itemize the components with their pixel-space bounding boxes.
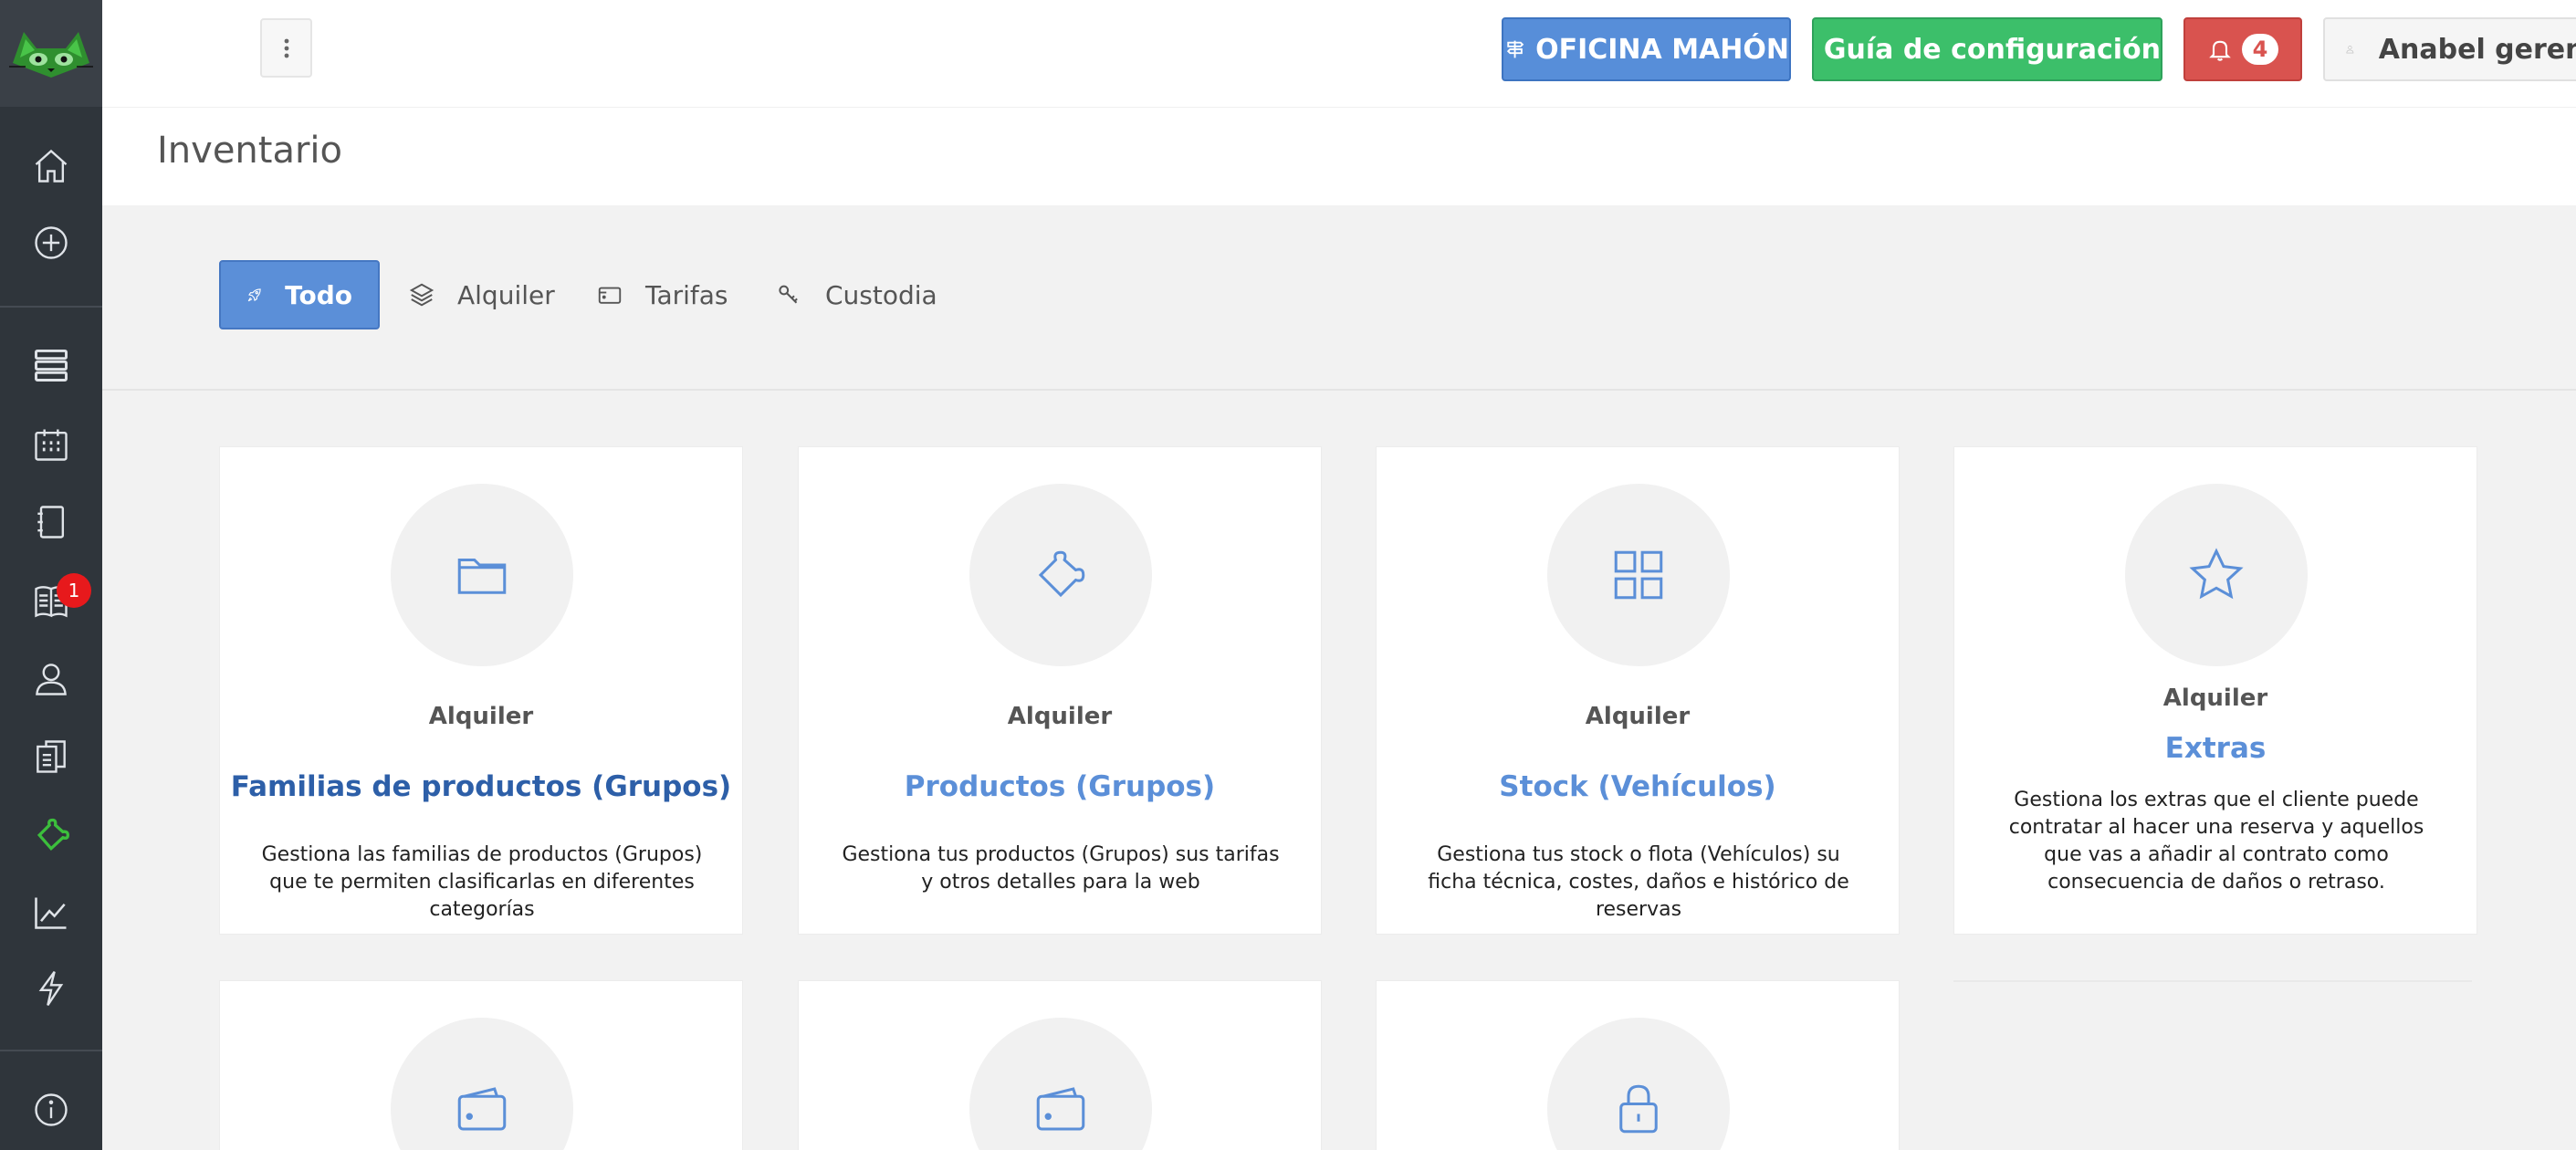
card-product-families[interactable]: Alquiler Familias de productos (Grupos) …: [219, 446, 743, 935]
card-category: Alquiler: [2162, 685, 2268, 712]
card-icon-circle: [2125, 484, 2308, 666]
info-icon: [35, 1093, 68, 1126]
cat-logo-icon: [9, 31, 93, 78]
card-category: Alquiler: [428, 703, 534, 730]
card-title-link[interactable]: Extras: [1954, 732, 2477, 765]
card-description: Gestiona tus stock o flota (Vehículos) s…: [1428, 843, 1849, 921]
tab-tarifas[interactable]: Tarifas: [596, 260, 728, 329]
sidebar-item-inventory[interactable]: [0, 800, 102, 870]
card-description: Gestiona tus productos (Grupos) sus tari…: [842, 843, 1280, 894]
gear-icon: [1814, 48, 1815, 50]
home-icon: [35, 149, 68, 183]
sidebar-item-new[interactable]: [0, 208, 102, 277]
card-icon-circle: [391, 1018, 573, 1150]
wallet-icon: [1036, 1087, 1085, 1131]
tab-alquiler[interactable]: Alquiler: [408, 260, 555, 329]
office-selector-button[interactable]: OFICINA MAHÓN: [1502, 17, 1791, 81]
card-custody[interactable]: [1376, 980, 1900, 1150]
user-name: Anabel gerencia: [2378, 33, 2576, 66]
card-icon-circle: [1547, 484, 1730, 666]
card-rates-1[interactable]: [219, 980, 743, 1150]
page-title-bar: Inventario: [102, 107, 2576, 205]
key-icon: [779, 285, 798, 304]
sidebar-item-info[interactable]: [0, 1075, 102, 1145]
inventory-icon: [37, 818, 69, 852]
sidebar-item-notebook[interactable]: [0, 487, 102, 557]
user-avatar-icon: [2346, 46, 2354, 54]
ledger-badge: 1: [57, 573, 91, 608]
tab-alquiler-label: Alquiler: [457, 279, 555, 310]
office-label: OFICINA MAHÓN: [1535, 33, 1789, 66]
card-extras[interactable]: Alquiler Extras Gestiona los extras que …: [1953, 446, 2477, 935]
documents-icon: [37, 740, 66, 773]
bell-icon: [2209, 40, 2231, 61]
sidebar-item-automations[interactable]: [0, 954, 102, 1023]
sidebar-item-servers[interactable]: [0, 330, 102, 400]
setup-guide-label: Guía de configuración: [1823, 33, 2161, 66]
more-options-button[interactable]: [260, 18, 312, 78]
star-icon: [2189, 548, 2244, 600]
calendar-icon: [35, 429, 68, 461]
card-icon-circle: [969, 484, 1152, 666]
vertical-dots-icon: [284, 38, 288, 58]
card-title-link[interactable]: Familias de productos (Grupos): [220, 770, 742, 803]
user-menu-button[interactable]: Anabel gerencia: [2323, 17, 2576, 81]
card-category: Alquiler: [1007, 703, 1113, 730]
card-title-link[interactable]: Productos (Grupos): [799, 770, 1321, 803]
sidebar-item-calendar[interactable]: [0, 410, 102, 479]
empty-card-placeholder: [1953, 980, 2472, 982]
server-icon: [35, 349, 68, 382]
top-header: OFICINA MAHÓN Guía de configuración 4 An…: [102, 0, 2576, 107]
grid-icon: [1614, 550, 1663, 600]
card-icon-circle: [1547, 1018, 1730, 1150]
folder-icon: [457, 558, 507, 594]
wallet-icon: [457, 1087, 507, 1131]
sidebar-item-documents[interactable]: [0, 722, 102, 791]
sidebar: 1: [0, 0, 102, 1150]
add-circle-icon: [35, 226, 68, 259]
notifications-count-badge: 4: [2242, 34, 2278, 65]
notebook-icon: [37, 506, 65, 538]
tab-todo-label: Todo: [285, 279, 352, 310]
tab-todo[interactable]: Todo: [219, 260, 380, 329]
card-stock[interactable]: Alquiler Stock (Vehículos) Gestiona tus …: [1376, 446, 1900, 935]
card-description: Gestiona las familias de productos (Grup…: [261, 843, 703, 921]
sidebar-item-statistics[interactable]: [0, 878, 102, 947]
tab-tarifas-label: Tarifas: [645, 279, 728, 310]
lightning-icon: [38, 970, 64, 1006]
app-logo[interactable]: [0, 0, 102, 107]
sidebar-item-customers[interactable]: [0, 644, 102, 714]
filter-tabs: Todo Alquiler Tarifas Custodia: [102, 205, 2576, 391]
rocket-icon: [247, 288, 261, 302]
stats-chart-icon: [35, 897, 67, 929]
sidebar-item-ledger[interactable]: 1: [0, 566, 102, 635]
card-icon-circle: [391, 484, 573, 666]
customers-icon: [36, 664, 67, 695]
lock-icon: [1619, 1084, 1658, 1134]
layers-icon: [409, 283, 435, 307]
setup-guide-button[interactable]: Guía de configuración: [1812, 17, 2162, 81]
tab-custodia-label: Custodia: [825, 279, 937, 310]
page-title: Inventario: [157, 130, 343, 172]
card-rates-2[interactable]: [798, 980, 1322, 1150]
signpost-icon: [1506, 40, 1524, 58]
tab-custodia[interactable]: Custodia: [776, 260, 937, 329]
card-title-link[interactable]: Stock (Vehículos): [1377, 770, 1899, 803]
card-icon: [598, 287, 622, 304]
puzzle-icon: [1038, 550, 1085, 598]
notifications-button[interactable]: 4: [2183, 17, 2302, 81]
card-products[interactable]: Alquiler Productos (Grupos) Gestiona tus…: [798, 446, 1322, 935]
card-category: Alquiler: [1585, 703, 1691, 730]
card-description: Gestiona los extras que el cliente puede…: [2008, 789, 2424, 894]
sidebar-item-home[interactable]: [0, 131, 102, 201]
card-icon-circle: [969, 1018, 1152, 1150]
